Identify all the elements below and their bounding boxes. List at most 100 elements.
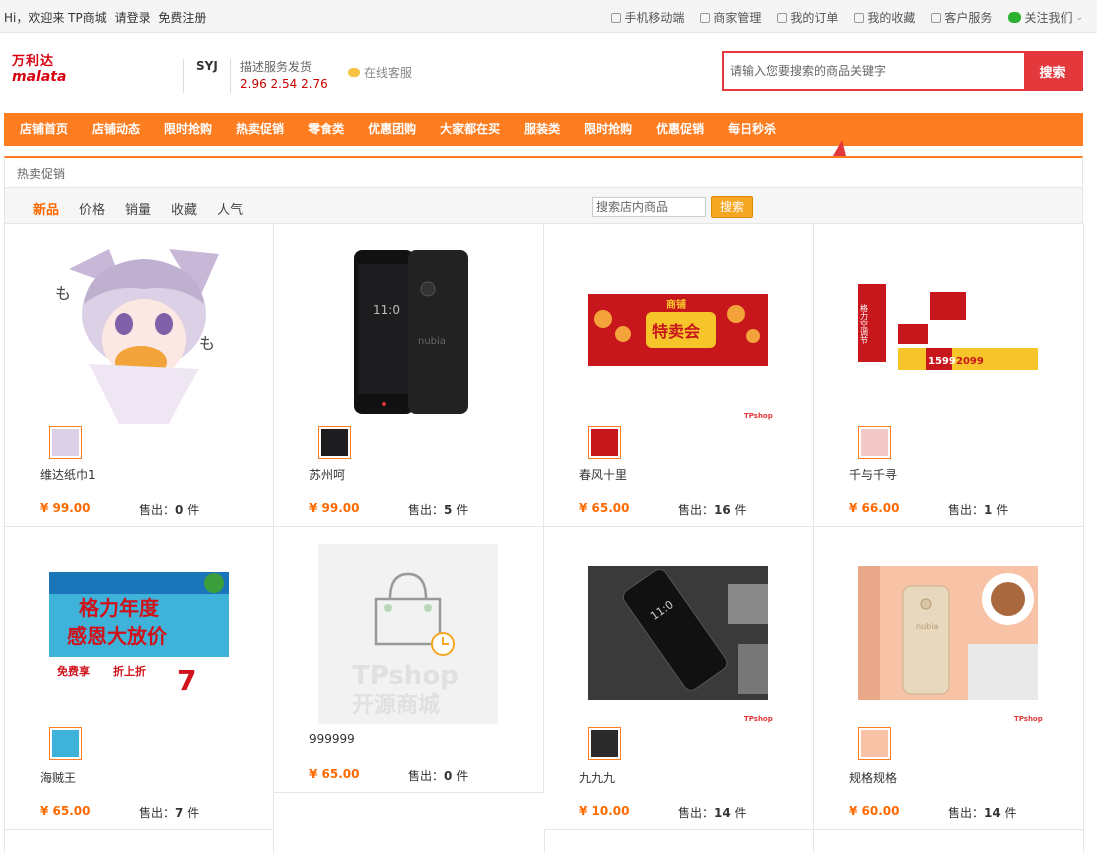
section-tab[interactable]: 热卖促销 [17,165,65,182]
phone-image: 11:0 nubia [318,244,498,424]
product-name[interactable]: 千与千寻 [849,466,897,483]
nav-news[interactable]: 店铺动态 [80,113,152,146]
nav-flash-sale-2[interactable]: 限时抢购 [572,113,644,146]
product-price: ¥ 10.00 [579,804,630,818]
product-image[interactable]: TPshop 开源商城 [318,544,498,724]
wechat-icon [1008,12,1022,23]
product-name[interactable]: 规格规格 [849,769,897,786]
product-thumb[interactable] [318,426,351,459]
svg-text:感恩大放价: 感恩大放价 [67,624,168,648]
svg-text:も: も [199,334,215,353]
svg-text:TPshop: TPshop [352,661,459,691]
favorites-link[interactable]: 我的收藏 [854,9,915,26]
search-button[interactable]: 搜索 [1024,53,1081,89]
product-thumb[interactable] [588,426,621,459]
nav-snacks[interactable]: 零食类 [296,113,356,146]
shop-logo[interactable]: 万利达 malata [12,55,72,89]
nav-home[interactable]: 店铺首页 [8,113,80,146]
product-sold: 售出：14 件 [678,806,747,820]
product-sold: 售出：16 件 [678,503,747,517]
product-card[interactable] [4,830,274,853]
product-thumb[interactable] [49,727,82,760]
sort-price[interactable]: 价格 [79,199,105,218]
product-card[interactable]: 11:0 TPshop 九九九 ¥ 10.00 售出：14 件 [544,527,814,830]
product-card[interactable]: も も 维达纸巾1 ¥ 99.00 售出：0 件 [4,224,274,527]
search-input[interactable] [724,53,1024,89]
nav-hot-promo[interactable]: 热卖促销 [224,113,296,146]
product-card[interactable]: 商铺 特卖会 TPshop 春风十里 ¥ 65.00 售出：16 件 [544,224,814,527]
shop-scores: 描述服务发货 2.96 2.54 2.76 [240,58,328,91]
svg-text:格力年度: 格力年度 [79,596,160,620]
phone-icon [611,12,622,23]
sort-new[interactable]: 新品 [33,199,59,218]
sort-sales[interactable]: 销量 [125,199,151,218]
product-card[interactable]: 格力空调节 1599 2099 千与千寻 ¥ 66.00 售出：1 件 [814,224,1084,527]
product-name[interactable]: 海贼王 [40,769,76,786]
svg-text:格力空调节: 格力空调节 [860,303,869,345]
svg-text:商铺: 商铺 [666,298,686,311]
welcome-text: Hi，欢迎来 TP商城 请登录 免费注册 [4,9,210,26]
mobile-link[interactable]: 手机移动端 [611,9,684,26]
product-thumb[interactable] [858,426,891,459]
svg-text:nubia: nubia [916,622,938,631]
svg-text:折上折: 折上折 [113,664,146,678]
product-name[interactable]: 九九九 [579,769,615,786]
seller-link[interactable]: 商家管理 [700,9,761,26]
nav-discount[interactable]: 优惠促销 [644,113,716,146]
shop-search-input[interactable]: 搜索店内商品 [592,197,706,217]
product-name[interactable]: 春风十里 [579,466,627,483]
svg-text:特卖会: 特卖会 [652,322,700,341]
product-image[interactable]: nubia [858,544,1038,724]
service-link[interactable]: 客户服务 [931,9,992,26]
product-card[interactable]: TPshop 开源商城 999999 ¥ 65.00 售出：0 件 [274,527,544,793]
product-image[interactable]: 11:0 [588,544,768,724]
ac-banner-image: 格力空调节 1599 2099 [858,244,1038,424]
svg-text:1599: 1599 [928,356,956,367]
login-link[interactable]: 请登录 [115,11,151,25]
product-price: ¥ 99.00 [309,501,360,515]
svg-text:も: も [55,284,71,303]
sort-options: 新品 价格 销量 收藏 人气 [33,199,243,218]
product-name[interactable]: 苏州呵 [309,466,345,483]
product-price: ¥ 65.00 [579,501,630,515]
svg-text:7: 7 [177,664,196,697]
product-card[interactable]: 11:0 nubia 苏州呵 ¥ 99.00 售出：5 件 [274,224,544,527]
nav-group-buy[interactable]: 优惠团购 [356,113,428,146]
product-card[interactable] [814,830,1084,853]
score-values: 2.96 2.54 2.76 [240,77,328,91]
nav-clothing[interactable]: 服装类 [512,113,572,146]
product-thumb[interactable] [858,727,891,760]
product-sold: 售出：0 件 [408,769,469,783]
home-icon [700,12,711,23]
product-name[interactable]: 维达纸巾1 [40,466,96,483]
product-thumb[interactable] [588,727,621,760]
product-image[interactable]: 格力年度 感恩大放价 免费享 折上折 7 [49,545,229,725]
product-price: ¥ 65.00 [309,767,360,781]
orders-link[interactable]: 我的订单 [777,9,838,26]
nav-popular[interactable]: 大家都在买 [428,113,512,146]
score-label: 描述服务发货 [240,60,313,74]
sort-favorites[interactable]: 收藏 [171,199,197,218]
product-thumb[interactable] [49,426,82,459]
svg-text:开源商城: 开源商城 [352,692,440,718]
chevron-down-icon: ⌄ [1075,12,1083,23]
placeholder-image: TPshop 开源商城 [318,544,498,724]
product-sold: 售出：1 件 [948,503,1009,517]
svg-text:免费享: 免费享 [57,664,90,678]
product-card[interactable]: 格力年度 感恩大放价 免费享 折上折 7 海贼王 ¥ 65.00 售出：7 件 [4,527,274,830]
product-image[interactable]: 格力空调节 1599 2099 [858,244,1038,424]
nav-daily-deal[interactable]: 每日秒杀 [716,113,788,146]
nav-flash-sale[interactable]: 限时抢购 [152,113,224,146]
register-link[interactable]: 免费注册 [158,11,206,25]
heart-icon [854,12,865,23]
product-image[interactable]: も も [49,244,229,424]
online-service-link[interactable]: 在线客服 [348,64,412,81]
shop-search-button[interactable]: 搜索 [711,196,753,218]
follow-link[interactable]: 关注我们 ⌄ [1008,9,1083,26]
sort-popularity[interactable]: 人气 [217,199,243,218]
product-name[interactable]: 999999 [309,732,355,746]
product-image[interactable]: 11:0 nubia [318,244,498,424]
product-card[interactable]: nubia TPshop 规格规格 ¥ 60.00 售出：14 件 [814,527,1084,830]
product-image[interactable]: 商铺 特卖会 [588,244,768,424]
product-card[interactable] [544,830,814,853]
